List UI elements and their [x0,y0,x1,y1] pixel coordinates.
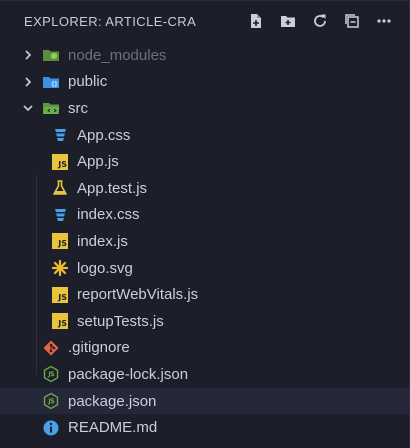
file-logo-svg[interactable]: logo.svg [0,255,409,282]
new-folder-icon[interactable] [279,12,297,30]
folder-src-open-icon [42,99,60,117]
file-label: App.test.js [77,179,148,197]
file-tree: node_modules public src App.css JS App.j… [0,42,409,441]
folder-node-modules[interactable]: node_modules [0,42,409,69]
file-label: reportWebVitals.js [77,286,199,304]
file-package-lock-json[interactable]: package-lock.json [0,361,409,388]
explorer-title: EXPLORER: ARTICLE-CRA [24,13,197,29]
nodejs-icon [42,365,60,383]
css-file-icon [51,206,69,224]
folder-label: public [68,73,108,91]
file-readme-md[interactable]: README.md [0,414,409,441]
folder-node-icon [42,46,60,64]
git-icon [42,339,60,357]
svg-asterisk-icon [51,259,69,277]
file-label: App.js [77,153,119,171]
file-app-css[interactable]: App.css [0,122,409,149]
file-label: App.css [77,126,131,144]
explorer-actions [247,12,393,30]
file-index-css[interactable]: index.css [0,202,409,229]
file-index-js[interactable]: JS index.js [0,228,409,255]
file-label: package-lock.json [68,365,189,383]
collapse-all-icon[interactable] [343,12,361,30]
js-file-icon: JS [51,232,69,250]
more-actions-icon[interactable] [375,12,393,30]
file-setup-tests-js[interactable]: JS setupTests.js [0,308,409,335]
info-icon [42,419,60,437]
folder-public[interactable]: public [0,69,409,96]
file-label: setupTests.js [77,312,164,330]
file-gitignore[interactable]: .gitignore [0,335,409,362]
css-file-icon [51,126,69,144]
js-badge-text: JS [52,233,68,250]
refresh-icon[interactable] [311,12,329,30]
file-package-json[interactable]: package.json [0,387,409,415]
explorer-panel: EXPLORER: ARTICLE-CRA node_modules publi… [0,0,410,448]
new-file-icon[interactable] [247,12,265,30]
js-badge-text: JS [52,153,68,170]
file-report-web-vitals-js[interactable]: JS reportWebVitals.js [0,281,409,308]
file-label: README.md [68,419,158,437]
js-file-icon: JS [51,153,69,171]
file-label: index.css [77,206,140,224]
folder-label: node_modules [68,46,167,64]
nodejs-icon [42,392,60,410]
file-label: index.js [77,232,128,250]
chevron-right-icon [22,49,34,61]
folder-label: src [68,99,88,117]
test-flask-icon [51,179,69,197]
explorer-header: EXPLORER: ARTICLE-CRA [0,1,409,41]
chevron-down-icon [22,102,34,114]
js-badge-text: JS [52,313,68,330]
js-file-icon: JS [51,286,69,304]
folder-src[interactable]: src [0,95,409,122]
file-app-test-js[interactable]: App.test.js [0,175,409,202]
js-badge-text: JS [52,286,68,303]
file-app-js[interactable]: JS App.js [0,148,409,175]
file-label: package.json [68,392,157,410]
file-label: logo.svg [77,259,133,277]
chevron-right-icon [22,76,34,88]
folder-public-icon [42,73,60,91]
file-label: .gitignore [68,339,130,357]
js-file-icon: JS [51,312,69,330]
